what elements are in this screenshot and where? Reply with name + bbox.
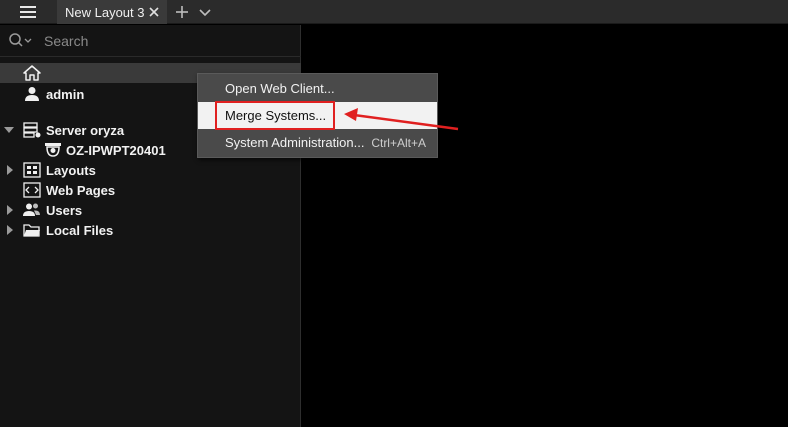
annotation-arrow-icon — [344, 108, 459, 131]
tree-item-label: Server oryza — [46, 122, 125, 138]
tree-item-label: Local Files — [46, 222, 114, 238]
search-input[interactable] — [44, 30, 284, 52]
tree-item-layouts[interactable]: Layouts — [0, 160, 301, 180]
close-icon[interactable] — [147, 5, 161, 19]
tree-item-label: Web Pages — [46, 182, 116, 198]
shortcut-label: Ctrl+Alt+A — [371, 136, 426, 150]
layouts-icon — [23, 162, 41, 178]
search-bar — [0, 25, 301, 57]
user-icon — [25, 87, 39, 101]
menu-item-label: Merge Systems... — [225, 108, 327, 123]
plus-icon[interactable] — [173, 3, 191, 21]
menu-item-label: System Administration... — [225, 135, 365, 150]
tree-item-label: Users — [46, 202, 83, 218]
search-icon[interactable] — [8, 32, 34, 50]
menu-item-open-web-client[interactable]: Open Web Client... — [198, 75, 437, 102]
home-icon — [23, 65, 41, 81]
hamburger-icon — [20, 6, 36, 18]
collapsed-arrow-icon[interactable] — [5, 225, 15, 235]
tree-item-label: admin — [46, 86, 85, 102]
tree-item-label: OZ-IPWPT20401 — [66, 142, 166, 158]
title-bar: New Layout 3 — [0, 0, 788, 24]
tree-item-local-files[interactable]: Local Files — [0, 220, 301, 240]
chevron-down-icon[interactable] — [196, 3, 214, 21]
tree-item-label: Layouts — [46, 162, 96, 178]
tab-label: New Layout 3 — [65, 4, 145, 20]
tab-new-layout-3[interactable]: New Layout 3 — [57, 0, 167, 24]
camera-icon — [45, 143, 61, 157]
folder-icon — [23, 224, 40, 237]
web-page-icon — [23, 182, 41, 198]
collapsed-arrow-icon[interactable] — [5, 205, 15, 215]
users-icon — [23, 203, 40, 216]
tree-item-users[interactable]: Users — [0, 200, 301, 220]
tree-item-web-pages[interactable]: Web Pages — [0, 180, 301, 200]
expanded-arrow-icon[interactable] — [4, 125, 14, 135]
menu-item-label: Open Web Client... — [225, 81, 335, 96]
collapsed-arrow-icon[interactable] — [5, 165, 15, 175]
server-icon — [23, 122, 41, 138]
main-menu-button[interactable] — [0, 0, 56, 24]
